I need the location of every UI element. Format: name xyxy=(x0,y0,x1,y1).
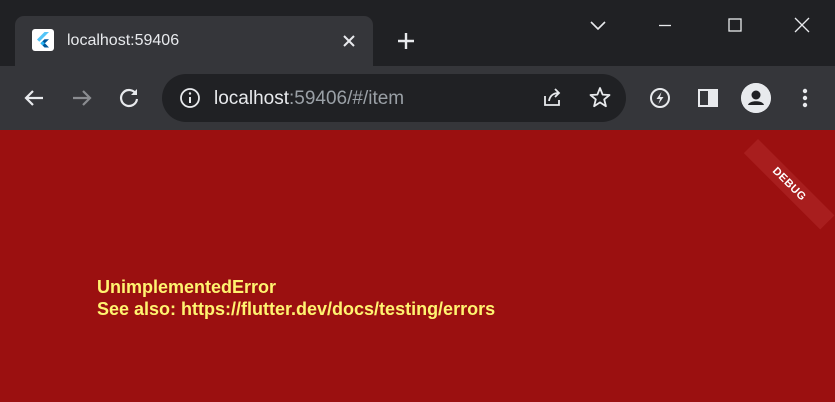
url-text: localhost:59406/#/item xyxy=(214,88,404,110)
tab-active[interactable]: localhost:59406 xyxy=(15,16,373,66)
share-icon xyxy=(544,88,561,106)
error-title: UnimplementedError xyxy=(97,277,277,297)
error-detail: See also: https://flutter.dev/docs/testi… xyxy=(97,299,496,319)
site-info-icon[interactable] xyxy=(175,83,205,113)
arrow-right-icon xyxy=(73,90,92,106)
close-icon xyxy=(343,35,355,47)
tab-strip: localhost:59406 xyxy=(0,0,835,66)
side-panel-button[interactable] xyxy=(693,83,723,113)
browser-toolbar: localhost:59406/#/item xyxy=(0,66,835,130)
arrow-left-icon xyxy=(24,90,43,106)
window-close-button[interactable] xyxy=(787,10,817,40)
chevron-down-icon xyxy=(590,21,606,31)
bookmark-button[interactable] xyxy=(585,83,615,113)
reload-button[interactable] xyxy=(114,83,144,113)
browser-window: localhost:59406 localhost:59406/#/item D… xyxy=(0,0,835,402)
address-bar[interactable]: localhost:59406/#/item xyxy=(162,74,626,122)
share-button[interactable] xyxy=(537,83,567,113)
forward-button[interactable] xyxy=(67,83,97,113)
flutter-icon xyxy=(32,29,54,51)
tab-title: localhost:59406 xyxy=(67,32,180,49)
minimize-button[interactable] xyxy=(650,10,680,40)
tab-search-button[interactable] xyxy=(583,10,613,40)
plus-icon xyxy=(398,33,414,49)
more-vert-icon xyxy=(802,88,808,108)
debug-banner: DEBUG xyxy=(743,139,835,230)
url-path: :59406/#/item xyxy=(289,88,405,109)
page-content: DEBUG UnimplementedError See also: https… xyxy=(0,130,835,402)
url-host: localhost xyxy=(214,88,289,109)
lightning-icon xyxy=(650,88,670,108)
new-tab-button[interactable] xyxy=(394,29,418,53)
error-message: UnimplementedError See also: https://flu… xyxy=(97,276,495,320)
reload-icon xyxy=(119,88,139,108)
close-icon xyxy=(794,17,810,33)
star-icon xyxy=(589,87,611,108)
maximize-button[interactable] xyxy=(720,10,750,40)
minimize-icon xyxy=(659,24,671,27)
tab-close-button[interactable] xyxy=(338,30,360,52)
side-panel-icon xyxy=(698,89,718,107)
profile-avatar[interactable] xyxy=(741,83,771,113)
extension-button[interactable] xyxy=(645,83,675,113)
back-button[interactable] xyxy=(19,83,49,113)
maximize-icon xyxy=(728,18,742,32)
menu-button[interactable] xyxy=(790,83,820,113)
person-icon xyxy=(741,83,771,113)
